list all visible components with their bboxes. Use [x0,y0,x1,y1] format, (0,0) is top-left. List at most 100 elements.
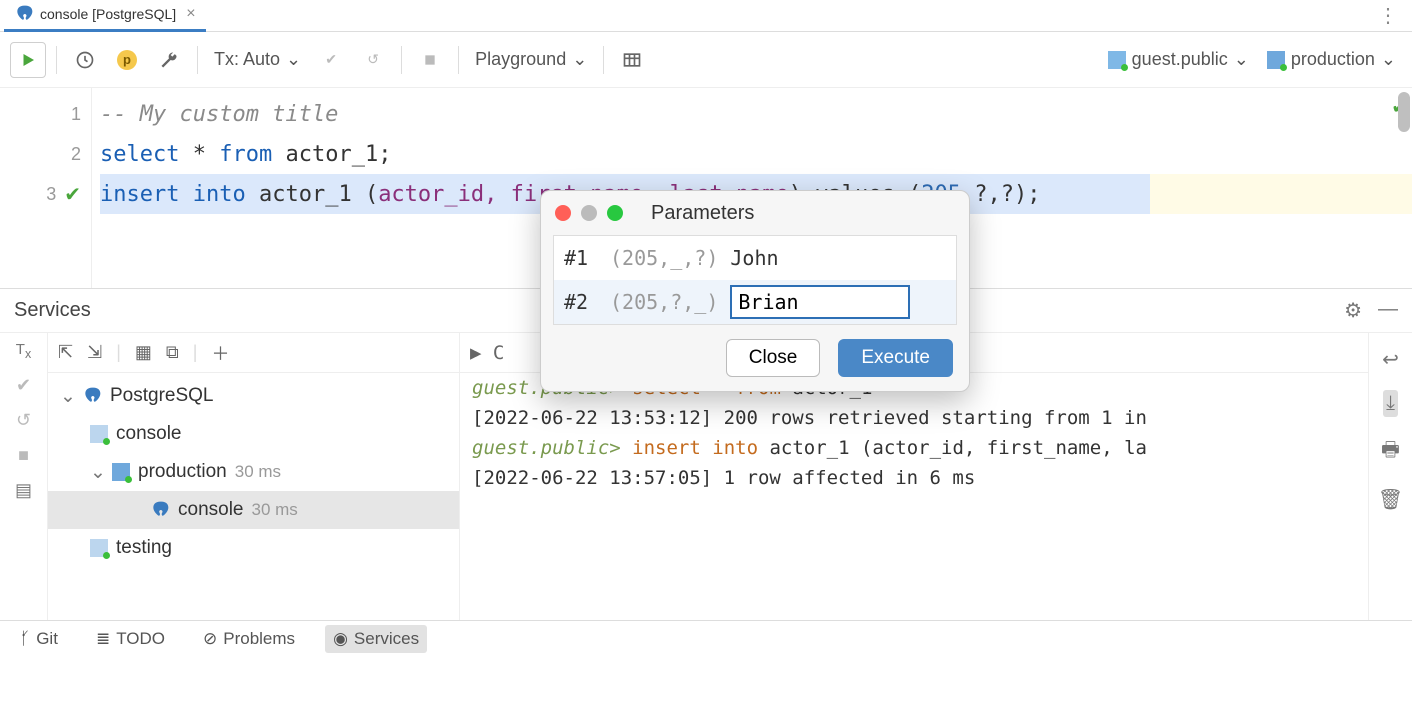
chevron-down-icon: ⌄ [1381,49,1396,70]
wrap-icon[interactable]: ↩ [1382,347,1399,372]
tree-label: testing [116,537,172,559]
warning-icon: ⊘ [203,629,217,649]
output-toolbar: ↩ ⤓ 🖶 🗑 [1368,333,1412,620]
branch-icon: ᚶ [20,629,30,649]
git-tab[interactable]: ᚶGit [12,625,66,653]
services-tree: ⌄ PostgreSQL console ⌄ production 30 ms … [48,373,459,571]
zoom-window-icon[interactable] [607,205,623,221]
param-row[interactable]: #2 (205,?,_) [554,280,956,324]
services-title: Services [14,299,91,322]
parameters-dialog: Parameters #1 (205,_,?) John #2 (205,?,_… [540,190,970,392]
gutter: 1 2 3✔ [0,88,92,288]
run-button[interactable] [10,42,46,78]
scroll-end-icon[interactable]: ⤓ [1383,390,1398,417]
code-text: -- My custom title [100,102,338,127]
param-input[interactable] [730,285,910,319]
services-sidebar: Tx ✔ ↺ ■ ▤ [0,333,48,620]
tree-row[interactable]: console [48,415,459,453]
stop-icon[interactable] [412,42,448,78]
datasource-icon [90,539,108,557]
tx-icon[interactable]: Tx [16,341,31,361]
tool-window-bar: ᚶGit ≣TODO ⊘Problems ◉Services [0,620,1412,656]
rollback-icon[interactable]: ↺ [16,410,31,431]
chevron-down-icon: ⌄ [90,461,104,484]
layout-icon[interactable]: ▤ [15,480,32,501]
history-icon[interactable] [67,42,103,78]
grid-icon[interactable]: ▦ [135,342,152,363]
dialog-title: Parameters [651,202,754,225]
scrollbar[interactable] [1398,92,1410,132]
close-icon[interactable]: × [186,5,195,23]
minimize-window-icon[interactable] [581,205,597,221]
add-tab-icon[interactable]: ⧉ [166,342,179,363]
tree-row-selected[interactable]: console 30 ms [48,491,459,529]
play-circle-icon: ◉ [333,629,348,649]
param-row[interactable]: #1 (205,_,?) John [554,236,956,280]
execute-button[interactable]: Execute [838,339,953,377]
tree-label: production [138,461,227,483]
plus-icon[interactable]: ＋ [211,340,229,366]
tree-label: console [116,423,182,445]
tabbar-overflow-icon[interactable]: ⋮ [1378,3,1408,28]
gutter-line: 3✔ [0,174,91,214]
tree-row[interactable]: testing [48,529,459,567]
datasource-icon [1267,51,1285,69]
param-pattern: (205,_,?) [610,246,718,270]
separator [197,46,198,74]
gutter-line: 1 [0,94,91,134]
output-play-icon[interactable]: ▶ [470,342,481,364]
postgres-icon [14,4,34,24]
schema-icon [1108,51,1126,69]
rollback-icon[interactable]: ↺ [355,42,391,78]
window-controls [555,205,623,221]
wrench-icon[interactable] [151,42,187,78]
tree-label: console [178,499,244,521]
schema-dropdown[interactable]: guest.public ⌄ [1102,49,1255,70]
tab-title: console [PostgreSQL] [40,6,176,22]
chevron-down-icon: ⌄ [286,49,301,70]
datasource-icon [90,425,108,443]
chevron-down-icon: ⌄ [1234,49,1249,70]
commit-icon[interactable]: ✔ [16,375,31,396]
tree-row[interactable]: ⌄ PostgreSQL [48,377,459,415]
gutter-line: 2 [0,134,91,174]
schema-label: guest.public [1132,49,1228,70]
commit-icon[interactable]: ✔ [313,42,349,78]
chevron-down-icon: ⌄ [60,385,74,408]
collapse-icon[interactable]: ⇲ [87,342,102,363]
playground-dropdown[interactable]: Playground ⌄ [469,49,593,70]
print-icon[interactable]: 🖶 [1381,435,1400,469]
close-window-icon[interactable] [555,205,571,221]
tree-time: 30 ms [235,462,281,482]
expand-icon[interactable]: ⇱ [58,342,73,363]
stop-icon[interactable]: ■ [18,445,29,466]
tx-mode-dropdown[interactable]: Tx: Auto ⌄ [208,49,307,70]
console-toolbar: p Tx: Auto ⌄ ✔ ↺ Playground ⌄ guest.publ… [0,32,1412,88]
tree-time: 30 ms [252,500,298,520]
tree-row[interactable]: ⌄ production 30 ms [48,453,459,491]
close-button[interactable]: Close [726,339,821,377]
separator [401,46,402,74]
p-badge[interactable]: p [109,42,145,78]
param-index: #1 [564,246,598,270]
tx-label: Tx: Auto [214,49,280,70]
datasource-dropdown[interactable]: production ⌄ [1261,49,1402,70]
minimize-icon[interactable]: — [1378,298,1398,323]
trash-icon[interactable]: 🗑 [1378,487,1403,512]
editor-tabbar: console [PostgreSQL] × ⋮ [0,0,1412,32]
list-icon: ≣ [96,629,110,649]
problems-tab[interactable]: ⊘Problems [195,625,303,653]
param-index: #2 [564,290,598,314]
chevron-down-icon: ⌄ [572,49,587,70]
todo-tab[interactable]: ≣TODO [88,625,173,653]
output-text: [2022-06-22 13:57:05] 1 row affected in … [460,463,1368,493]
postgres-icon [150,500,170,520]
postgres-icon [82,386,102,406]
services-tab[interactable]: ◉Services [325,625,427,653]
gear-icon[interactable]: ⚙ [1344,298,1362,323]
grid-icon[interactable] [614,42,650,78]
datasource-icon [112,463,130,481]
param-pattern: (205,?,_) [610,290,718,314]
editor-tab[interactable]: console [PostgreSQL] × [4,0,206,32]
separator [56,46,57,74]
